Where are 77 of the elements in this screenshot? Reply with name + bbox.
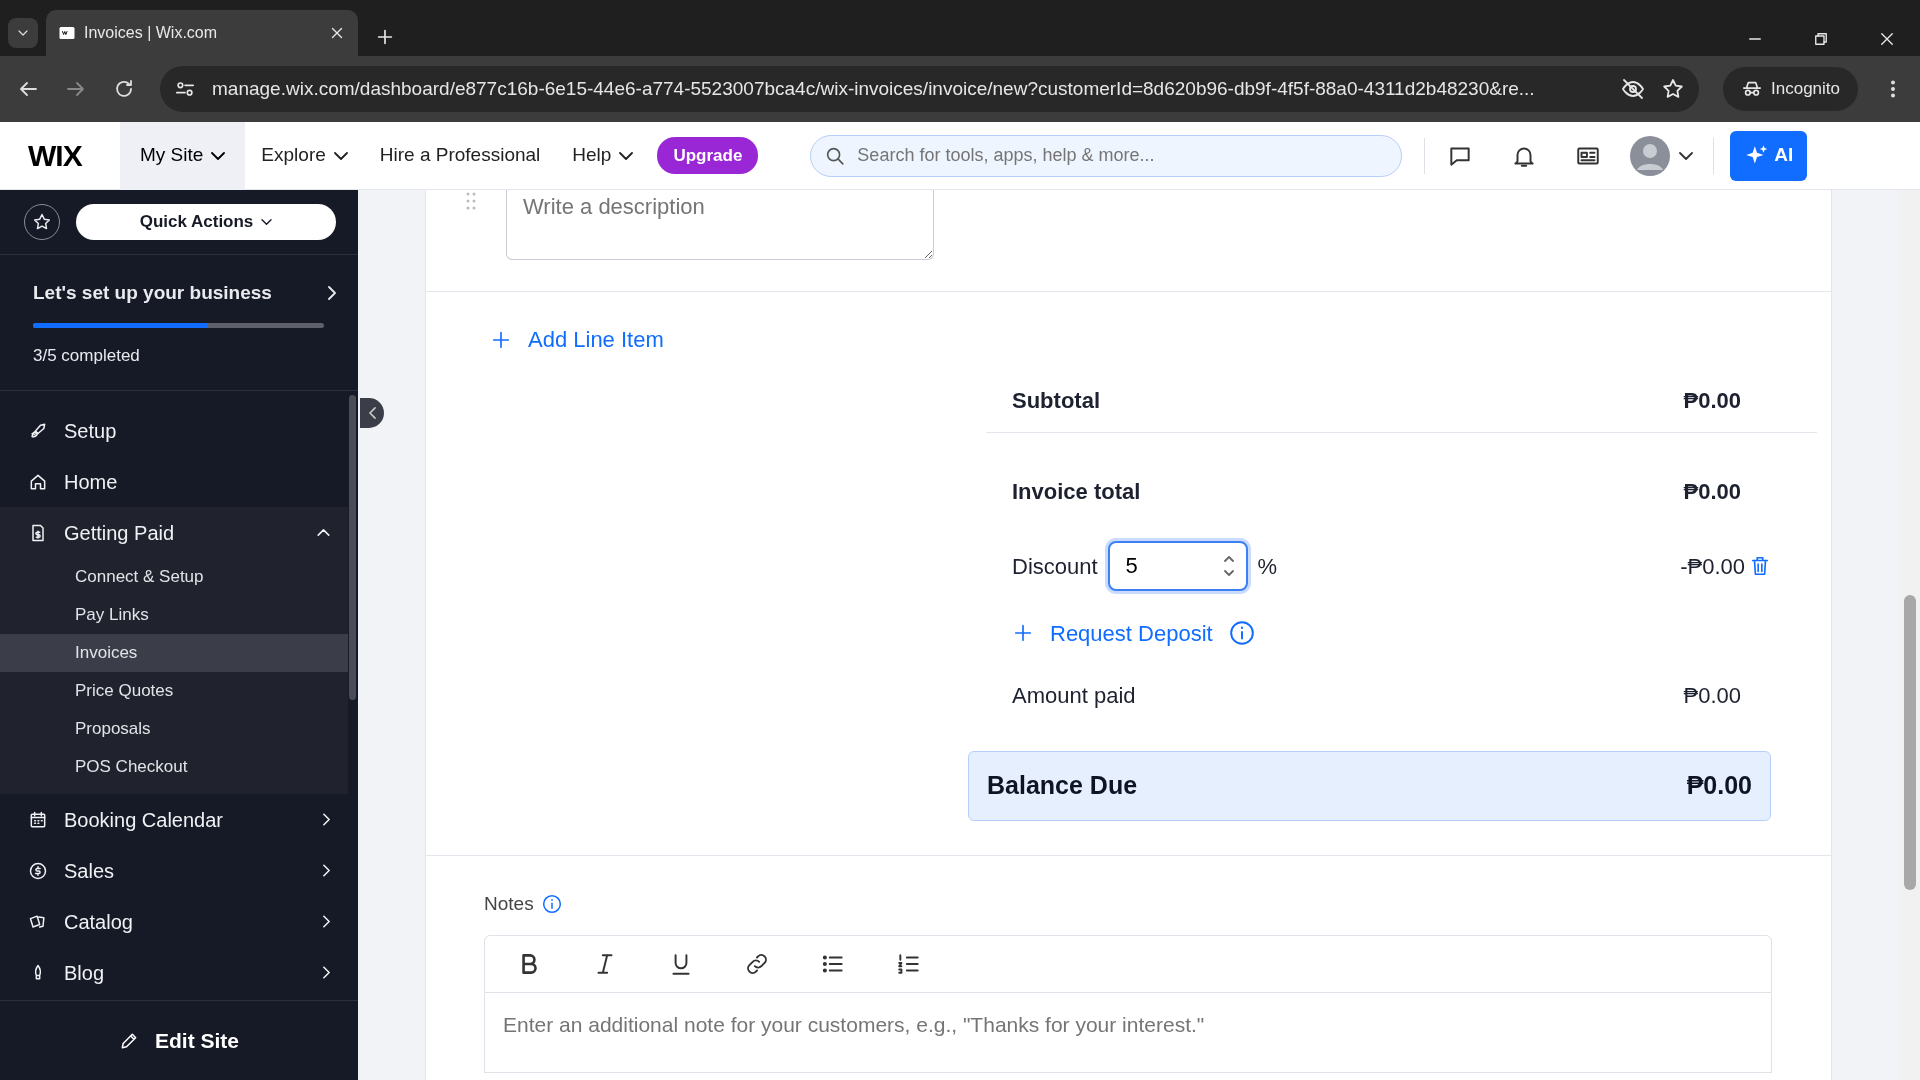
incognito-button[interactable]: Incognito (1723, 67, 1858, 111)
tab-title: Invoices | Wix.com (84, 23, 219, 43)
star-icon (32, 212, 52, 232)
sidebar-subitem[interactable]: Proposals (0, 710, 348, 748)
add-line-item-link[interactable]: Add Line Item (484, 322, 670, 357)
balance-due-amount: ₱0.00 (1686, 770, 1752, 802)
progress-text: 3/5 completed (33, 345, 140, 365)
stepper-icon[interactable] (1223, 556, 1234, 576)
percent-label: % (1257, 552, 1278, 581)
star-icon[interactable] (1661, 77, 1685, 101)
drag-handle-icon[interactable] (464, 190, 478, 212)
notes-field[interactable]: Enter an additional note for your customers, e.g., "Thanks for your interest." (484, 992, 1772, 1073)
summary-amount: ₱0.00 (1683, 477, 1741, 506)
address-bar[interactable]: manage.wix.com/dashboard/e877c16b-6e15-44e6-a774-5523007bca4c/wix-invoices/invoice/new?customerId=8d620b96-db9f-4f5f-88a0-4311d2b48230&re... (160, 66, 1699, 112)
upgrade-button[interactable]: Upgrade (657, 136, 759, 175)
sidebar-item[interactable]: Sales (0, 845, 358, 896)
discount-label: Discount (1012, 552, 1098, 581)
sidebar-item[interactable]: Catalog (0, 896, 358, 947)
summary-label: Invoice total (1012, 477, 1141, 506)
ai-button[interactable]: AI (1730, 130, 1808, 181)
chevron-right-icon (323, 864, 330, 877)
sidebar-item[interactable]: Getting Paid (0, 507, 348, 558)
sidebar-subitem[interactable]: Price Quotes (0, 672, 348, 710)
chevron-down-icon (211, 151, 226, 160)
discount-amount: -₱0.00 (1680, 552, 1745, 581)
sidebar-subitem[interactable]: Connect & Setup (0, 558, 348, 596)
sidebar-item[interactable]: Blog (0, 947, 358, 998)
summary-amount: ₱0.00 (1683, 681, 1741, 710)
favicon-icon (58, 24, 76, 42)
discount-field[interactable]: 5 (1107, 541, 1248, 591)
summary-label: Subtotal (1012, 387, 1100, 415)
sidebar-subitem[interactable]: Pay Links (0, 596, 348, 634)
sidebar-item[interactable]: Booking Calendar (0, 794, 358, 845)
restore-icon[interactable] (1812, 30, 1830, 48)
nav-icon (28, 860, 48, 881)
logo[interactable]: WIX (28, 139, 82, 172)
summary-amount: ₱0.00 (1683, 387, 1741, 415)
chevron-down-icon[interactable] (1679, 151, 1694, 160)
trash-icon[interactable] (1749, 554, 1771, 578)
nav-menu[interactable]: My Site (120, 121, 246, 190)
tab-search-button[interactable] (8, 18, 38, 48)
eye-off-icon[interactable] (1621, 77, 1645, 101)
collapse-sidebar-button[interactable] (360, 398, 384, 428)
url-text: manage.wix.com/dashboard/e877c16b-6e15-44e6-a774-5523007bca4c/wix-invoices/invoice/new?customerId=8d620b96-db9f-4f5f-88a0-4311d2b48230&re... (212, 76, 1536, 101)
chevron-up-icon (317, 529, 330, 536)
chevron-right-icon (323, 915, 330, 928)
sidebar-subitem[interactable]: POS Checkout (0, 748, 348, 786)
avatar-icon[interactable] (1629, 134, 1672, 177)
description-field[interactable]: Write a description (506, 190, 934, 260)
scrollbar-thumb[interactable] (349, 395, 356, 700)
nav-menu[interactable]: Help (556, 121, 650, 190)
close-icon[interactable] (1878, 30, 1896, 48)
quick-actions-button[interactable]: Quick Actions (76, 204, 336, 240)
summary-label: Amount paid (1012, 681, 1136, 710)
sidebar-item[interactable]: Setup (0, 405, 358, 456)
chevron-right-icon (323, 813, 330, 826)
sidebar-subitem[interactable]: Invoices (0, 634, 348, 672)
browser-tab[interactable]: Invoices | Wix.com (46, 10, 358, 56)
chevron-left-icon (368, 407, 376, 419)
notes-label: Notes (484, 892, 534, 916)
nav-menu[interactable]: Hire a Professional (363, 121, 557, 190)
chevron-down-icon (333, 151, 348, 160)
setup-title[interactable]: Let's set up your business (33, 279, 272, 308)
info-icon[interactable] (541, 894, 562, 915)
request-deposit-link[interactable]: Request Deposit (1012, 616, 1213, 650)
info-icon[interactable] (1228, 620, 1255, 646)
chevron-right-icon (323, 966, 330, 979)
chevron-down-icon (261, 219, 273, 225)
nav-icon (28, 809, 48, 830)
sidebar-item[interactable]: Home (0, 456, 358, 507)
search-field[interactable]: Search for tools, apps, help & more... (810, 134, 1403, 177)
balance-due-label: Balance Due (987, 770, 1138, 802)
chevron-right-icon[interactable] (328, 286, 336, 301)
scrollbar-thumb[interactable] (1904, 595, 1916, 890)
plus-icon (1012, 622, 1034, 644)
nav-menu[interactable]: Explore (245, 121, 364, 190)
chevron-down-icon (619, 151, 634, 160)
